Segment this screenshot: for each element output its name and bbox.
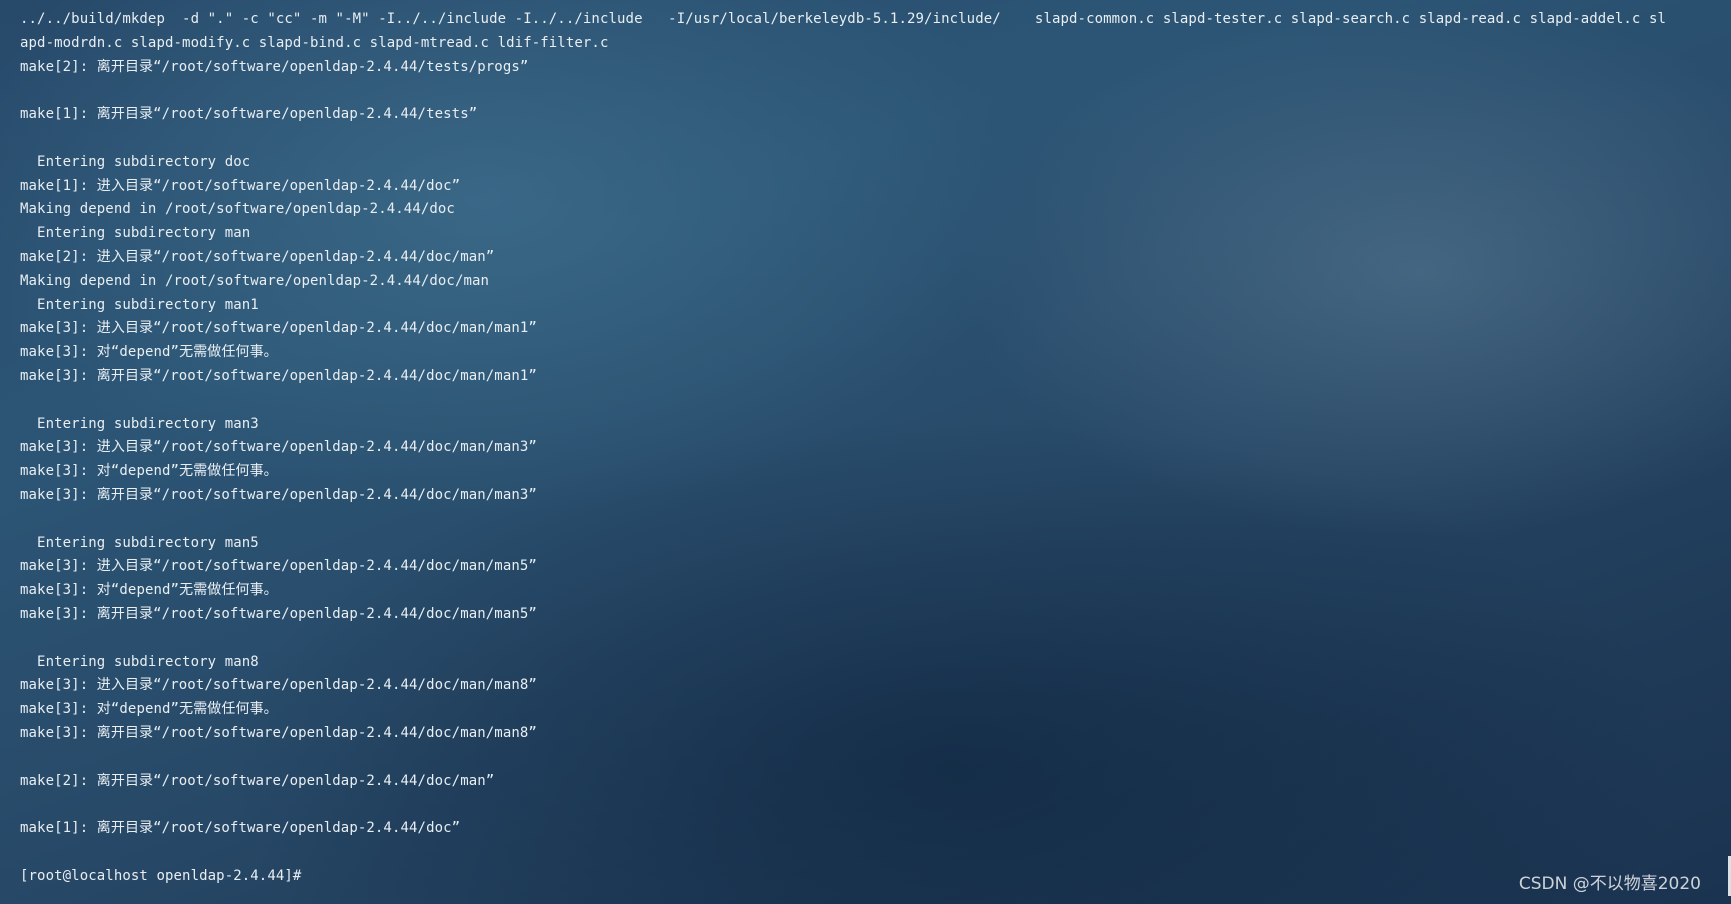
text-cursor bbox=[302, 869, 311, 885]
terminal-line: make[3]: 对“depend”无需做任何事。 bbox=[20, 463, 278, 480]
terminal-line: Making depend in /root/software/openldap… bbox=[20, 201, 455, 218]
terminal-line: Entering subdirectory man8 bbox=[20, 653, 259, 670]
terminal-line: Entering subdirectory doc bbox=[20, 153, 251, 170]
terminal-output: ../../build/mkdep -d "." -c "cc" -m "-M"… bbox=[20, 8, 1721, 888]
terminal-line: make[3]: 离开目录“/root/software/openldap-2.… bbox=[20, 605, 537, 622]
terminal-line: Entering subdirectory man5 bbox=[20, 534, 259, 551]
terminal-line: make[2]: 离开目录“/root/software/openldap-2.… bbox=[20, 58, 529, 75]
terminal-line: make[2]: 离开目录“/root/software/openldap-2.… bbox=[20, 772, 495, 789]
terminal-window[interactable]: ../../build/mkdep -d "." -c "cc" -m "-M"… bbox=[0, 0, 1731, 904]
csdn-watermark: CSDN @不以物喜2020 bbox=[1518, 874, 1701, 894]
terminal-line: Entering subdirectory man1 bbox=[20, 296, 259, 313]
terminal-line: make[3]: 进入目录“/root/software/openldap-2.… bbox=[20, 439, 537, 456]
terminal-line: make[3]: 离开目录“/root/software/openldap-2.… bbox=[20, 724, 537, 741]
terminal-line: make[2]: 进入目录“/root/software/openldap-2.… bbox=[20, 248, 495, 265]
terminal-line: make[3]: 对“depend”无需做任何事。 bbox=[20, 344, 278, 361]
terminal-line: ../../build/mkdep -d "." -c "cc" -m "-M"… bbox=[20, 11, 1667, 27]
terminal-line: make[1]: 离开目录“/root/software/openldap-2.… bbox=[20, 820, 461, 837]
terminal-line: make[1]: 离开目录“/root/software/openldap-2.… bbox=[20, 106, 478, 123]
shell-prompt: [root@localhost openldap-2.4.44]# bbox=[20, 867, 302, 884]
terminal-line: make[3]: 离开目录“/root/software/openldap-2.… bbox=[20, 367, 537, 384]
terminal-line: make[3]: 进入目录“/root/software/openldap-2.… bbox=[20, 320, 537, 337]
terminal-line: make[3]: 进入目录“/root/software/openldap-2.… bbox=[20, 558, 537, 575]
terminal-line: make[3]: 对“depend”无需做任何事。 bbox=[20, 582, 278, 599]
terminal-line: apd-modrdn.c slapd-modify.c slapd-bind.c… bbox=[20, 34, 609, 51]
terminal-line: Entering subdirectory man3 bbox=[20, 415, 259, 432]
terminal-line: make[3]: 对“depend”无需做任何事。 bbox=[20, 701, 278, 718]
terminal-line: make[1]: 进入目录“/root/software/openldap-2.… bbox=[20, 177, 461, 194]
terminal-line: make[3]: 进入目录“/root/software/openldap-2.… bbox=[20, 677, 537, 694]
terminal-line: Entering subdirectory man bbox=[20, 225, 251, 242]
command-prompt-line[interactable]: [root@localhost openldap-2.4.44]# bbox=[20, 865, 1721, 889]
terminal-line: make[3]: 离开目录“/root/software/openldap-2.… bbox=[20, 486, 537, 503]
terminal-line: Making depend in /root/software/openldap… bbox=[20, 272, 490, 289]
